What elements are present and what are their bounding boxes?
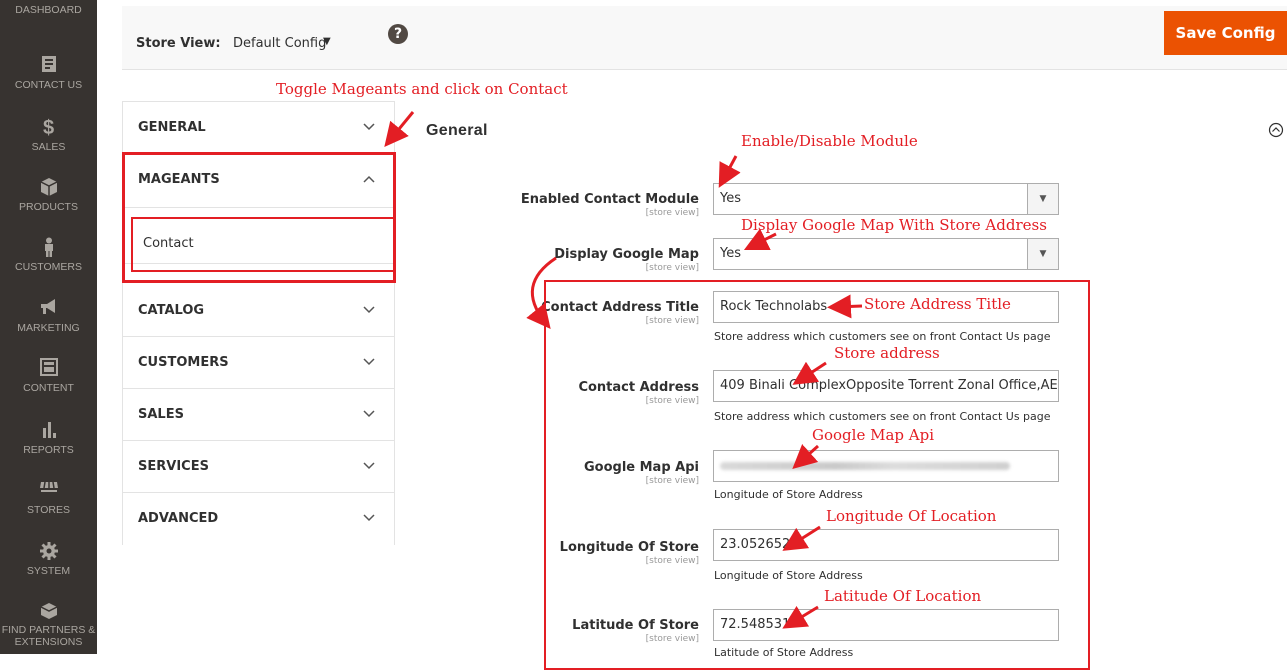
arrow-enable [718, 155, 741, 188]
arrow-latitude [782, 605, 819, 629]
arrow-longitude [782, 525, 821, 551]
arrow-store-address [792, 361, 827, 385]
arrow-curve-to-box [526, 256, 557, 329]
arrow-display-map [743, 228, 777, 251]
arrow-address-title [827, 294, 863, 319]
annotation-arrows [384, 111, 863, 629]
arrow-map-api [792, 444, 820, 470]
arrow-toggle [384, 111, 415, 147]
